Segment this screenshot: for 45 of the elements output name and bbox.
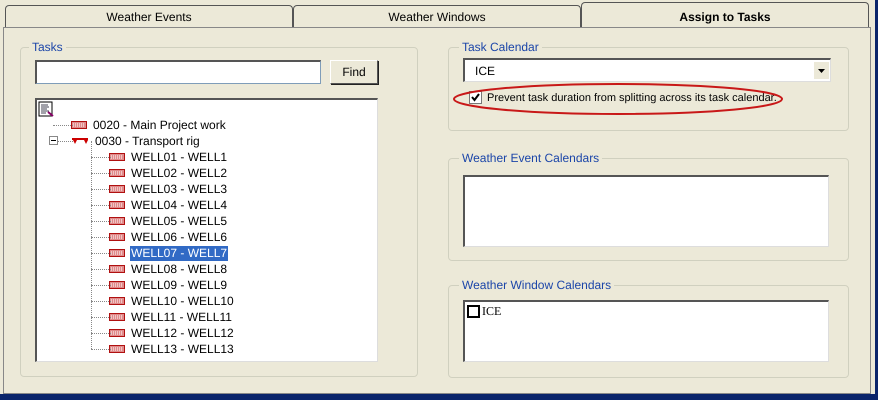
task-bar-icon [109, 201, 125, 209]
tree-item[interactable]: WELL07 - WELL7 [130, 246, 228, 260]
task-bar-icon [109, 217, 125, 225]
group-title: Weather Event Calendars [461, 151, 600, 165]
task-bar-icon [109, 281, 125, 289]
task-bar-icon [71, 121, 87, 129]
calendar-dropdown[interactable]: ICE [463, 58, 831, 82]
document-icon [38, 101, 54, 117]
tree-item[interactable]: 0020 - Main Project work [92, 118, 227, 132]
summary-bar-icon [71, 137, 89, 145]
tree-item[interactable]: WELL09 - WELL9 [130, 278, 228, 292]
task-bar-icon [109, 169, 125, 177]
tree-item[interactable]: WELL08 - WELL8 [130, 262, 228, 276]
group-title: Tasks [31, 40, 64, 54]
task-bar-icon [109, 265, 125, 273]
tree-item[interactable]: WELL11 - WELL11 [130, 310, 233, 324]
tree-item[interactable]: WELL05 - WELL5 [130, 214, 228, 228]
task-bar-icon [109, 313, 125, 321]
tab[interactable]: Weather Windows [293, 5, 581, 27]
tab[interactable]: Weather Events [5, 5, 293, 27]
tree-item[interactable]: WELL13 - WELL13 [130, 342, 235, 356]
tree-item[interactable]: WELL06 - WELL6 [130, 230, 228, 244]
task-bar-icon [109, 153, 125, 161]
task-bar-icon [109, 185, 125, 193]
tree-item[interactable]: WELL01 - WELL1 [130, 150, 228, 164]
group-title: Weather Window Calendars [461, 278, 612, 292]
tree-item[interactable]: WELL12 - WELL12 [130, 326, 235, 340]
collapse-icon[interactable] [49, 136, 58, 145]
task-bar-icon [109, 345, 125, 353]
checkbox-label: Prevent task duration from splitting across its task calendar. [487, 92, 777, 104]
search-field[interactable] [35, 60, 321, 84]
task-bar-icon [109, 329, 125, 337]
tree-item[interactable]: 0030 - Transport rig [94, 134, 201, 148]
tree-item[interactable]: WELL10 - WELL10 [130, 294, 235, 308]
tree-item[interactable]: WELL04 - WELL4 [130, 198, 228, 212]
task-bar-icon [109, 297, 125, 305]
tab[interactable]: Assign to Tasks [581, 2, 869, 27]
find-button[interactable]: Find [330, 60, 378, 84]
task-bar-icon [109, 249, 125, 257]
checkbox[interactable] [467, 305, 480, 318]
tree-item[interactable]: WELL02 - WELL2 [130, 166, 228, 180]
calendar-item[interactable]: ICE [482, 304, 502, 319]
group-title: Task Calendar [461, 40, 540, 54]
task-bar-icon [109, 233, 125, 241]
tree-item[interactable]: WELL03 - WELL3 [130, 182, 228, 196]
